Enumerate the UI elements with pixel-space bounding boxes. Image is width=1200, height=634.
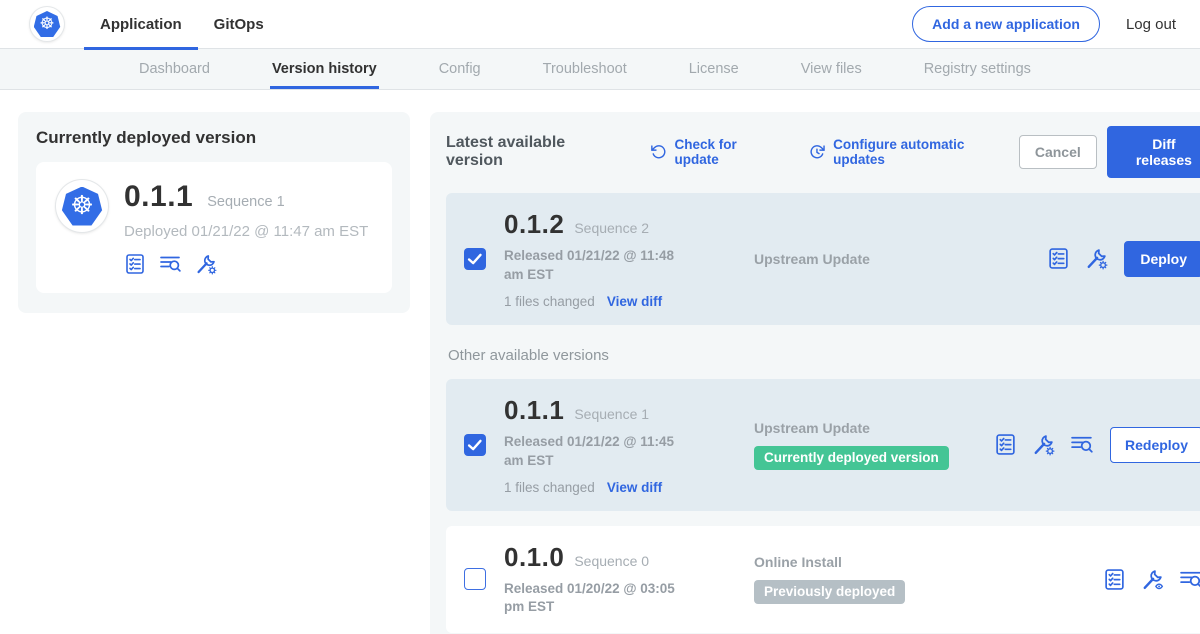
refresh-icon — [650, 143, 668, 161]
check-for-update-label: Check for update — [675, 137, 785, 167]
deployed-sequence: Sequence 1 — [207, 194, 284, 210]
latest-available-title: Latest available version — [446, 134, 626, 170]
add-new-application-button[interactable]: Add a new application — [912, 6, 1100, 42]
version-sequence: Sequence 2 — [574, 220, 649, 236]
top-nav: ☸ Application GitOps Add a new applicati… — [0, 0, 1200, 49]
nav-tab-application[interactable]: Application — [84, 0, 198, 49]
deployed-timestamp: Deployed 01/21/22 @ 11:47 am EST — [124, 223, 368, 240]
released-timestamp: Released 01/21/22 @ 11:45 am EST — [504, 433, 696, 471]
released-timestamp: Released 01/20/22 @ 03:05 pm EST — [504, 580, 696, 618]
tab-config[interactable]: Config — [439, 49, 481, 89]
app-icon: ☸ — [56, 180, 108, 232]
view-config-icon[interactable] — [1141, 568, 1164, 591]
app-logo: ☸ — [30, 7, 64, 41]
version-row-0-1-2: 0.1.2 Sequence 2 Released 01/21/22 @ 11:… — [446, 193, 1200, 325]
preflight-checks-icon[interactable] — [1103, 568, 1126, 591]
deploy-button[interactable]: Deploy — [1124, 241, 1200, 277]
version-sequence: Sequence 0 — [574, 553, 649, 569]
version-checkbox[interactable] — [464, 568, 486, 590]
deployed-version-card: ☸ 0.1.1 Sequence 1 Deployed 01/21/22 @ 1… — [36, 162, 392, 293]
files-changed: 1 files changed — [504, 480, 595, 495]
version-history-panel: Latest available version Check for updat… — [430, 112, 1200, 634]
logout-button[interactable]: Log out — [1126, 16, 1176, 33]
currently-deployed-card: Currently deployed version ☸ 0.1.1 Seque… — [18, 112, 410, 313]
diff-releases-button[interactable]: Diff releases — [1107, 126, 1200, 178]
preflight-checks-icon[interactable] — [994, 433, 1017, 456]
tab-dashboard[interactable]: Dashboard — [139, 49, 210, 89]
nav-tab-gitops[interactable]: GitOps — [198, 0, 280, 49]
edit-config-icon[interactable] — [1085, 247, 1108, 270]
released-timestamp: Released 01/21/22 @ 11:48 am EST — [504, 247, 696, 285]
configure-automatic-updates-label: Configure automatic updates — [833, 137, 1019, 167]
checkmark-icon — [465, 249, 485, 269]
tab-license[interactable]: License — [689, 49, 739, 89]
preflight-checks-icon[interactable] — [124, 253, 146, 275]
version-number: 0.1.2 — [504, 209, 564, 240]
version-number: 0.1.0 — [504, 542, 564, 573]
version-sequence: Sequence 1 — [574, 406, 649, 422]
tab-registry-settings[interactable]: Registry settings — [924, 49, 1031, 89]
view-diff-link[interactable]: View diff — [607, 294, 662, 309]
files-changed: 1 files changed — [504, 294, 595, 309]
tab-troubleshoot[interactable]: Troubleshoot — [543, 49, 627, 89]
auto-update-clock-icon — [808, 143, 826, 161]
version-number: 0.1.1 — [504, 395, 564, 426]
view-diff-link[interactable]: View diff — [607, 480, 662, 495]
cancel-button[interactable]: Cancel — [1019, 135, 1097, 169]
other-versions-title: Other available versions — [448, 347, 1200, 364]
tab-version-history[interactable]: Version history — [272, 49, 377, 89]
currently-deployed-badge: Currently deployed version — [754, 446, 949, 470]
version-checkbox[interactable] — [464, 248, 486, 270]
version-checkbox[interactable] — [464, 434, 486, 456]
nav-tab-application-label: Application — [100, 16, 182, 33]
version-source: Online Install — [754, 554, 994, 570]
redeploy-button[interactable]: Redeploy — [1110, 427, 1200, 463]
kubernetes-icon: ☸ — [62, 187, 103, 226]
edit-config-icon[interactable] — [1032, 433, 1055, 456]
version-row-0-1-1: 0.1.1 Sequence 1 Released 01/21/22 @ 11:… — [446, 379, 1200, 511]
view-logs-icon[interactable] — [1179, 568, 1200, 591]
version-row-0-1-0: 0.1.0 Sequence 0 Released 01/20/22 @ 03:… — [446, 526, 1200, 634]
view-logs-icon[interactable] — [1070, 433, 1094, 456]
version-source: Upstream Update — [754, 420, 994, 436]
preflight-checks-icon[interactable] — [1047, 247, 1070, 270]
nav-tab-gitops-label: GitOps — [214, 16, 264, 33]
currently-deployed-title: Currently deployed version — [36, 128, 392, 148]
check-for-update-link[interactable]: Check for update — [650, 137, 785, 167]
view-logs-icon[interactable] — [159, 253, 182, 275]
app-sub-nav: Dashboard Version history Config Trouble… — [0, 49, 1200, 90]
tab-view-files[interactable]: View files — [801, 49, 862, 89]
kubernetes-icon: ☸ — [34, 11, 61, 37]
edit-config-icon[interactable] — [195, 253, 217, 275]
deployed-version-number: 0.1.1 — [124, 180, 193, 214]
previously-deployed-badge: Previously deployed — [754, 580, 905, 604]
configure-automatic-updates-link[interactable]: Configure automatic updates — [808, 137, 1019, 167]
version-source: Upstream Update — [754, 251, 994, 267]
checkmark-icon — [465, 435, 485, 455]
